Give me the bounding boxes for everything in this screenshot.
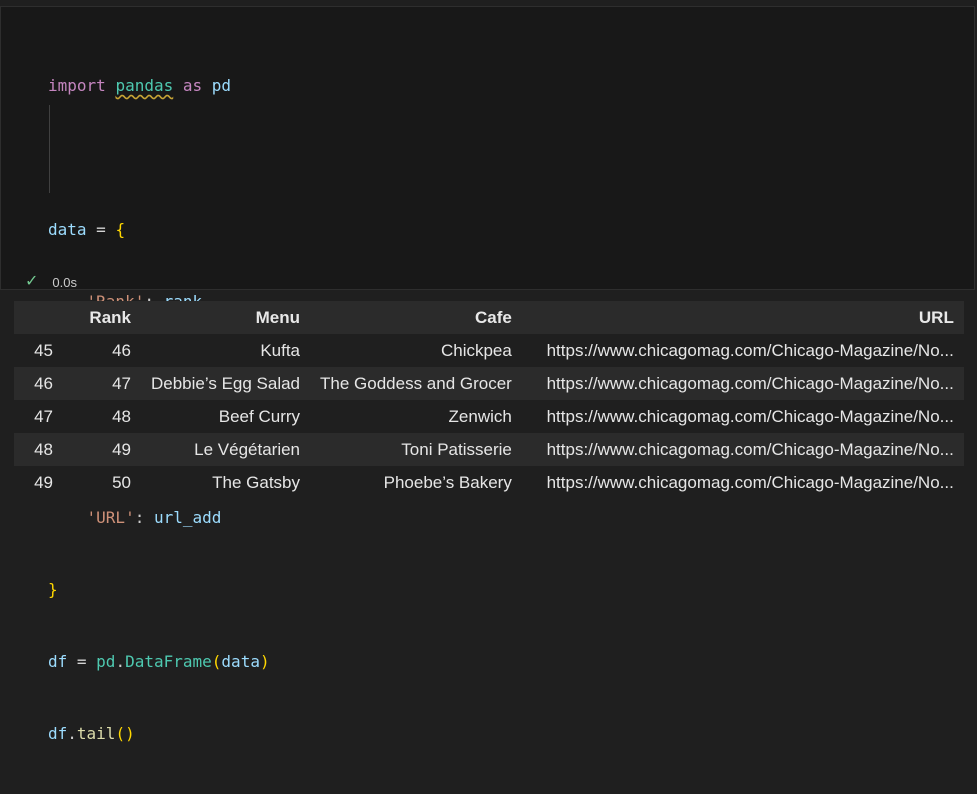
column-header-menu: Menu bbox=[255, 307, 301, 327]
cell-url: https://www.chicagomag.com/Chicago-Magaz… bbox=[546, 439, 954, 459]
check-icon: ✓ bbox=[25, 273, 39, 290]
row-index: 49 bbox=[34, 472, 53, 492]
cell-rank: 50 bbox=[112, 472, 131, 492]
cell-cafe: The Goddess and Grocer bbox=[320, 373, 512, 393]
table-header-row: Rank Menu Cafe URL bbox=[14, 301, 964, 334]
tail-method: tail bbox=[76, 724, 116, 743]
column-header-cafe: Cafe bbox=[474, 307, 512, 327]
cell-rank: 49 bbox=[112, 439, 131, 459]
column-header-url: URL bbox=[918, 307, 954, 327]
cell-rank: 48 bbox=[112, 406, 131, 426]
cell-cafe: Phoebe’s Bakery bbox=[383, 472, 512, 492]
cell-cafe: Toni Patisserie bbox=[401, 439, 512, 459]
table-row: 48 49 Le Végétarien Toni Patisserie http… bbox=[14, 433, 964, 466]
dict-key: 'URL' bbox=[86, 508, 135, 527]
cell-cafe: Zenwich bbox=[448, 406, 512, 426]
code-line-entry: 'URL': url_add bbox=[86, 508, 222, 527]
row-index: 48 bbox=[34, 439, 53, 459]
table-row: 46 47 Debbie’s Egg Salad The Goddess and… bbox=[14, 367, 964, 400]
table-row: 49 50 The Gatsby Phoebe’s Bakery https:/… bbox=[14, 466, 964, 499]
keyword-import: import bbox=[48, 76, 106, 95]
cell-menu: The Gatsby bbox=[212, 472, 301, 492]
cell-url: https://www.chicagomag.com/Chicago-Magaz… bbox=[546, 373, 954, 393]
arg-data: data bbox=[221, 652, 260, 671]
module-name: pandas bbox=[115, 76, 174, 95]
dataframe-output: Rank Menu Cafe URL 45 46 Kufta Chickpea … bbox=[14, 301, 964, 499]
assign-op: = bbox=[86, 220, 116, 239]
execution-status: ✓ 0.0s bbox=[25, 272, 77, 292]
cell-url: https://www.chicagomag.com/Chicago-Magaz… bbox=[546, 340, 954, 360]
code-line-data-assign: data = { bbox=[48, 218, 270, 242]
row-index: 45 bbox=[34, 340, 53, 360]
code-line-tail: df.tail() bbox=[48, 724, 135, 743]
execution-time: 0.0s bbox=[52, 274, 77, 290]
cell-menu: Le Végétarien bbox=[194, 439, 301, 459]
column-header-index bbox=[14, 301, 63, 334]
code-line-import: import pandas as pd bbox=[48, 74, 270, 98]
close-brace: } bbox=[48, 580, 58, 599]
code-line-dataframe: df = pd.DataFrame(data) bbox=[48, 652, 270, 671]
var-df: df bbox=[48, 724, 68, 743]
cell-menu: Debbie’s Egg Salad bbox=[151, 373, 301, 393]
assign-op: = bbox=[67, 652, 97, 671]
cell-url: https://www.chicagomag.com/Chicago-Magaz… bbox=[546, 406, 954, 426]
row-index: 46 bbox=[34, 373, 53, 393]
var-data: data bbox=[48, 220, 87, 239]
code-line-close: } bbox=[48, 578, 270, 602]
cell-url: https://www.chicagomag.com/Chicago-Magaz… bbox=[546, 472, 954, 492]
table-row: 47 48 Beef Curry Zenwich https://www.chi… bbox=[14, 400, 964, 433]
pd-ref: pd bbox=[96, 652, 116, 671]
cell-rank: 46 bbox=[112, 340, 131, 360]
code-cell[interactable]: import pandas as pd data = { 'Rank': ran… bbox=[0, 6, 975, 743]
table-row: 45 46 Kufta Chickpea https://www.chicago… bbox=[14, 334, 964, 367]
cell-rank: 47 bbox=[112, 373, 131, 393]
column-header-rank: Rank bbox=[89, 307, 131, 327]
cell-menu: Beef Curry bbox=[218, 406, 301, 426]
module-alias: pd bbox=[211, 76, 232, 95]
cell-cafe: Chickpea bbox=[440, 340, 512, 360]
cell-menu: Kufta bbox=[260, 340, 301, 360]
dataframe-class: DataFrame bbox=[125, 652, 212, 671]
open-brace: { bbox=[115, 220, 126, 239]
dict-value: url_add bbox=[153, 508, 222, 527]
var-df: df bbox=[48, 652, 68, 671]
row-index: 47 bbox=[34, 406, 53, 426]
keyword-as: as bbox=[182, 76, 203, 95]
